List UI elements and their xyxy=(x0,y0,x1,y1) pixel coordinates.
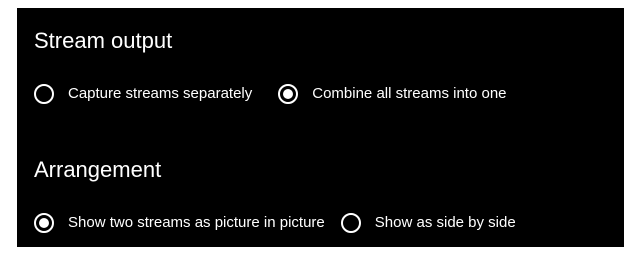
arrangement-radio-group: Show two streams as picture in picture S… xyxy=(34,213,516,233)
capture-separately-radio[interactable]: Capture streams separately xyxy=(34,84,252,104)
combine-streams-radio[interactable]: Combine all streams into one xyxy=(278,84,507,104)
radio-unchecked-icon[interactable] xyxy=(340,213,361,233)
capture-separately-label[interactable]: Capture streams separately xyxy=(68,85,252,103)
radio-unchecked-icon[interactable] xyxy=(34,84,54,104)
stream-output-heading: Stream output xyxy=(34,28,173,53)
radio-checked-icon[interactable] xyxy=(278,84,299,104)
stream-output-radio-group: Capture streams separately Combine all s… xyxy=(34,84,507,104)
arrangement-heading: Arrangement xyxy=(34,157,162,182)
picture-in-picture-radio[interactable]: Show two streams as picture in picture xyxy=(34,213,325,233)
combine-streams-label[interactable]: Combine all streams into one xyxy=(312,85,506,103)
settings-panel: Stream output Capture streams separately… xyxy=(17,8,624,247)
side-by-side-label[interactable]: Show as side by side xyxy=(375,214,516,232)
side-by-side-radio[interactable]: Show as side by side xyxy=(340,213,516,233)
radio-checked-icon[interactable] xyxy=(34,213,54,233)
picture-in-picture-label[interactable]: Show two streams as picture in picture xyxy=(68,214,325,232)
